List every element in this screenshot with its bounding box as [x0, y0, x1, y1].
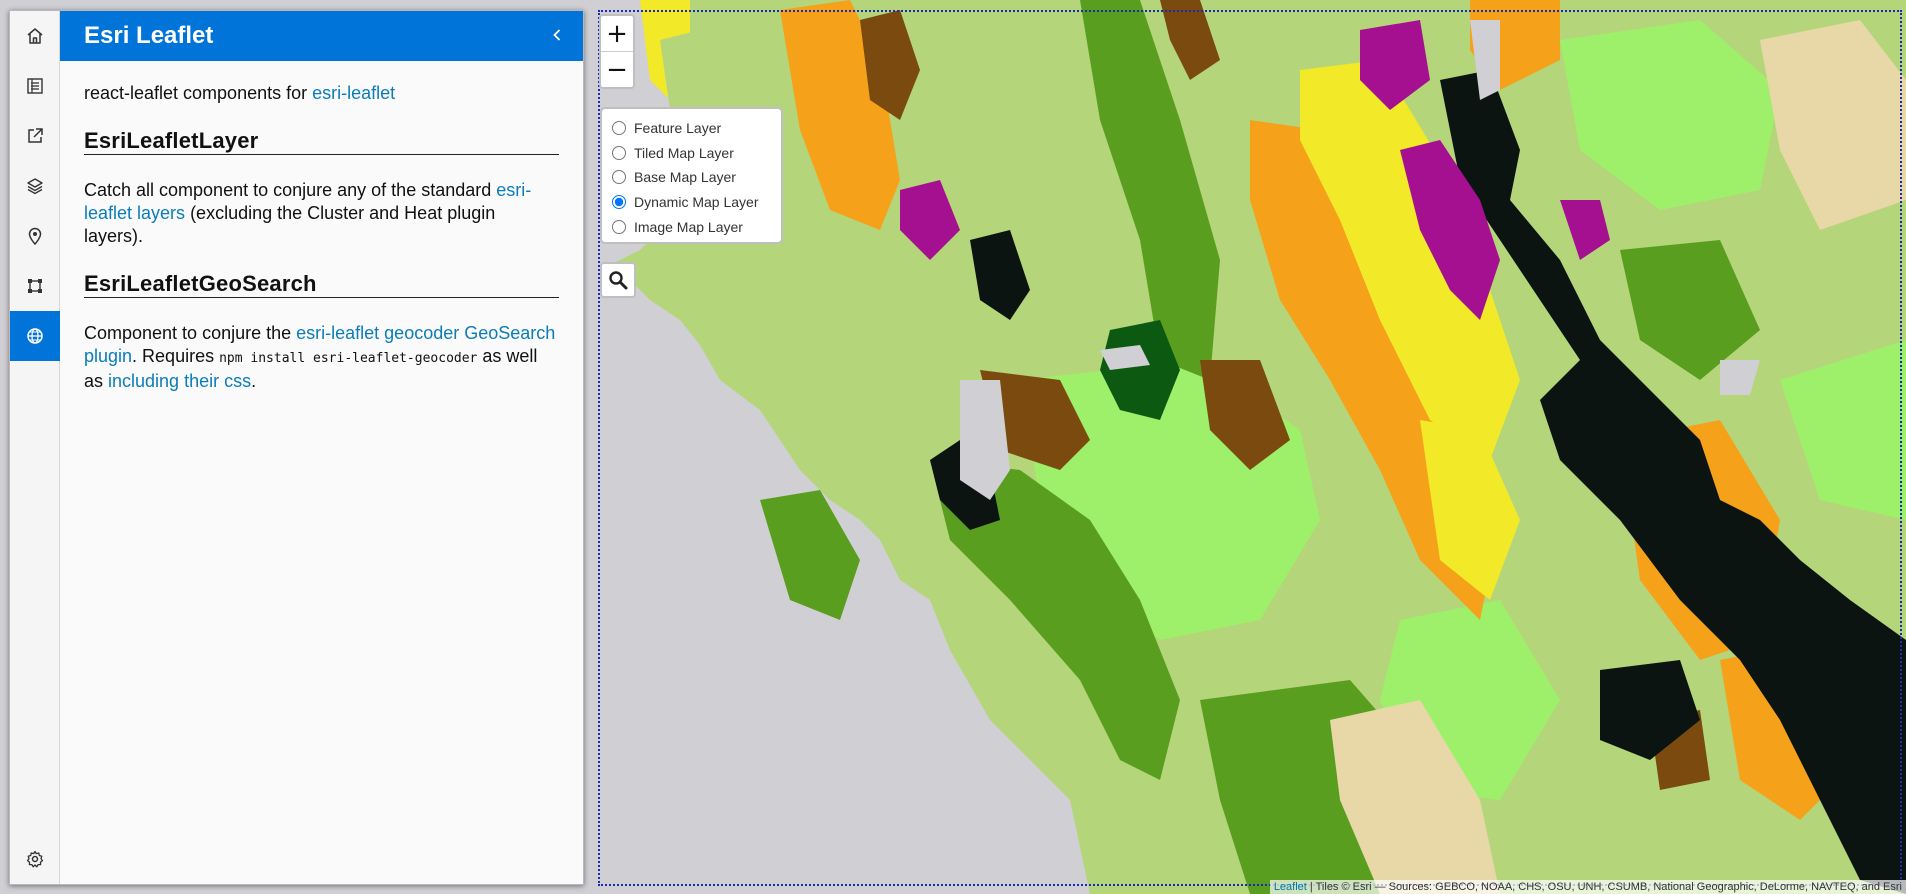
sidebar-tabs: [10, 11, 60, 884]
section2-text-mid: . Requires: [132, 346, 220, 366]
tab-layers[interactable]: [10, 161, 60, 211]
layer-option-feature[interactable]: Feature Layer: [612, 116, 781, 141]
section-heading-esrileafletgeosearch: EsriLeafletGeoSearch: [84, 272, 559, 298]
section1-paragraph: Catch all component to conjure any of th…: [84, 179, 559, 248]
globe-icon: [27, 328, 43, 344]
list-icon: [27, 78, 43, 94]
layer-label: Feature Layer: [634, 120, 722, 137]
layer-radio-dynamic[interactable]: [612, 195, 626, 210]
vector-shape-icon: [28, 279, 42, 293]
tab-external-link[interactable]: [10, 111, 60, 161]
section-heading-esrileafletlayer: EsriLeafletLayer: [84, 129, 559, 155]
layer-label: Base Map Layer: [634, 169, 736, 186]
intro-text: react-leaflet components for: [84, 83, 313, 103]
map-attribution: Leaflet | Tiles © Esri — Sources: GEBCO,…: [1269, 880, 1906, 894]
attribution-text: | Tiles © Esri — Sources: GEBCO, NOAA, C…: [1306, 881, 1902, 893]
tab-settings[interactable]: [10, 834, 60, 884]
zoom-out-button[interactable]: −: [601, 52, 633, 87]
geosearch-button[interactable]: [600, 262, 636, 298]
section1-text: Catch all component to conjure any of th…: [84, 180, 497, 200]
sidebar: Esri Leaflet react-leaflet components fo…: [9, 10, 584, 885]
layer-option-dynamic[interactable]: Dynamic Map Layer: [612, 190, 781, 215]
layer-radio-basemap[interactable]: [612, 170, 626, 185]
pane-header: Esri Leaflet: [60, 11, 583, 61]
sidebar-pane: Esri Leaflet react-leaflet components fo…: [60, 11, 583, 884]
section2-text: Component to conjure the: [84, 323, 297, 343]
section2-text-after: .: [251, 371, 257, 391]
layer-label: Image Map Layer: [634, 218, 743, 235]
chevron-left-icon: [553, 29, 561, 41]
geocoder-css-link[interactable]: including their css: [108, 371, 251, 391]
layer-option-tiled[interactable]: Tiled Map Layer: [612, 141, 781, 166]
gear-icon: [26, 850, 44, 868]
layers-icon: [27, 178, 43, 195]
layer-option-image[interactable]: Image Map Layer: [612, 214, 781, 239]
external-link-icon: [28, 128, 43, 143]
tab-marker[interactable]: [10, 211, 60, 261]
pane-collapse-button[interactable]: [547, 25, 567, 45]
layer-radio-feature[interactable]: [612, 121, 626, 136]
layer-radio-tiled[interactable]: [612, 145, 626, 160]
layer-radio-image[interactable]: [612, 219, 626, 234]
pane-body: react-leaflet components for esri-leafle…: [60, 61, 583, 393]
tab-home[interactable]: [10, 11, 60, 61]
layer-label: Tiled Map Layer: [634, 144, 734, 161]
layers-control: Feature Layer Tiled Map Layer Base Map L…: [600, 107, 783, 244]
map-pin-icon: [28, 227, 42, 245]
zoom-control: + −: [599, 14, 635, 89]
npm-install-code: npm install esri-leaflet-geocoder: [219, 351, 478, 366]
section2-paragraph: Component to conjure the esri-leaflet ge…: [84, 322, 559, 393]
layer-option-basemap[interactable]: Base Map Layer: [612, 165, 781, 190]
home-icon: [27, 28, 43, 44]
zoom-in-button[interactable]: +: [601, 16, 633, 52]
esri-leaflet-link[interactable]: esri-leaflet: [312, 83, 395, 103]
tab-list[interactable]: [10, 61, 60, 111]
magnifier-icon: [609, 271, 628, 290]
layer-label: Dynamic Map Layer: [634, 194, 759, 211]
tab-esri[interactable]: [10, 311, 60, 361]
pane-title: Esri Leaflet: [84, 22, 214, 49]
leaflet-link[interactable]: Leaflet: [1274, 881, 1307, 893]
intro-paragraph: react-leaflet components for esri-leafle…: [84, 82, 559, 105]
tab-vector[interactable]: [10, 261, 60, 311]
